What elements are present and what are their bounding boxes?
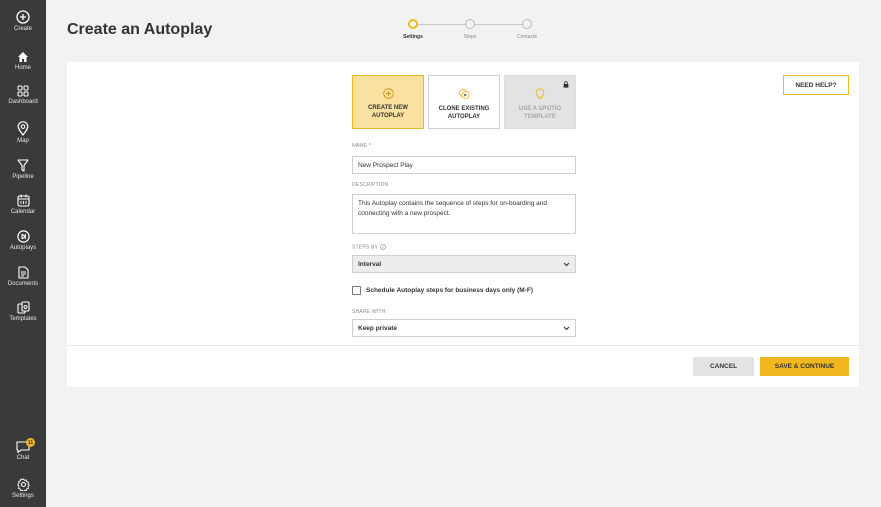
sidebar-item-label: Home (14, 65, 31, 71)
required-mark: * (368, 143, 371, 149)
option-label: USE A SPOTIO TEMPLATE (518, 106, 562, 121)
autoplay-form-card: NEED HELP? CREATE NEW AUTOPLAY CLONE EXI… (67, 62, 859, 387)
name-label: NAME * (352, 143, 371, 149)
chat-badge: 11 (26, 438, 35, 447)
sidebar-item-map[interactable]: Map (0, 121, 46, 144)
need-help-button[interactable]: NEED HELP? (783, 75, 849, 95)
step-label-contacts: Contacts (517, 34, 537, 40)
option-label: CREATE NEW AUTOPLAY (368, 105, 408, 120)
option-label: CLONE EXISTING AUTOPLAY (438, 106, 490, 121)
share-with-value: Keep private (358, 324, 398, 332)
sidebar-item-pipeline[interactable]: Pipeline (0, 159, 46, 180)
sidebar-item-label: Calendar (10, 209, 36, 215)
share-with-select[interactable]: Keep private (352, 319, 576, 337)
cancel-button[interactable]: CANCEL (693, 357, 754, 376)
business-days-label: Schedule Autoplay steps for business day… (366, 287, 533, 294)
sidebar: Create Home Dashboard Map Pipeline Calen… (0, 0, 46, 507)
sidebar-item-label: Dashboard (8, 99, 38, 105)
sidebar-item-label: Pipeline (12, 174, 34, 180)
sidebar-item-home[interactable]: Home (0, 51, 46, 71)
sidebar-item-calendar[interactable]: Calendar (0, 194, 46, 215)
steps-by-value: Interval (358, 260, 382, 268)
business-days-checkbox[interactable] (352, 286, 361, 295)
calendar-icon (16, 194, 30, 207)
clone-icon (458, 88, 470, 100)
step-connector (418, 24, 466, 25)
steps-by-select[interactable]: Interval (352, 255, 576, 273)
stepper: Settings Steps Contacts (388, 19, 548, 43)
templates-icon (16, 301, 30, 314)
sidebar-item-label: Autoplays (9, 245, 37, 251)
chevron-down-icon (563, 262, 570, 266)
sidebar-item-label: Chat (16, 455, 30, 461)
sidebar-item-label: Settings (12, 493, 34, 499)
lightbulb-icon (535, 88, 545, 99)
sidebar-item-documents[interactable]: Documents (0, 266, 46, 287)
option-clone-existing[interactable]: CLONE EXISTING AUTOPLAY (428, 75, 500, 129)
info-icon[interactable] (380, 244, 386, 250)
name-label-text: NAME (352, 143, 368, 149)
sidebar-item-label: Create (13, 26, 32, 32)
business-days-option[interactable]: Schedule Autoplay steps for business day… (352, 286, 533, 295)
lock-icon (563, 81, 569, 88)
step-dot-contacts[interactable] (522, 19, 532, 29)
description-label: DESCRIPTION (352, 182, 389, 188)
footer-divider (67, 345, 859, 346)
page-title: Create an Autoplay (67, 21, 213, 38)
name-input[interactable]: New Prospect Play (352, 156, 576, 174)
funnel-icon (17, 159, 29, 172)
steps-by-label: STEPS BY (352, 244, 386, 250)
plus-circle-icon (16, 10, 30, 24)
step-dot-steps[interactable] (465, 19, 475, 29)
sidebar-item-label: Map (17, 138, 29, 144)
sidebar-item-create[interactable]: Create (0, 10, 46, 32)
sidebar-item-label: Documents (7, 281, 39, 287)
sidebar-item-dashboard[interactable]: Dashboard (0, 85, 46, 105)
map-pin-icon (17, 121, 29, 136)
save-continue-button[interactable]: SAVE & CONTINUE (760, 357, 849, 376)
option-create-new[interactable]: CREATE NEW AUTOPLAY (352, 75, 424, 129)
description-textarea[interactable]: This Autoplay contains the sequence of s… (352, 194, 576, 234)
dashboard-icon (17, 85, 29, 97)
gear-icon (16, 478, 30, 491)
autoplay-icon (16, 230, 30, 243)
step-dot-settings[interactable] (408, 19, 418, 29)
document-icon (17, 266, 29, 279)
steps-by-label-text: STEPS BY (352, 244, 379, 251)
share-with-label: SHARE WITH (352, 309, 386, 315)
sidebar-item-settings[interactable]: Settings (0, 478, 46, 499)
sidebar-item-chat[interactable]: 11 Chat (0, 438, 46, 461)
sidebar-item-templates[interactable]: Templates (0, 301, 46, 322)
sidebar-item-autoplays[interactable]: Autoplays (0, 230, 46, 251)
chevron-down-icon (563, 326, 570, 330)
plus-circle-icon (382, 88, 394, 99)
step-label-steps: Steps (463, 34, 477, 40)
step-label-settings: Settings (403, 34, 423, 40)
option-spotio-template: USE A SPOTIO TEMPLATE (504, 75, 576, 129)
home-icon (18, 52, 28, 62)
step-connector (475, 24, 522, 25)
sidebar-item-label: Templates (9, 316, 37, 322)
